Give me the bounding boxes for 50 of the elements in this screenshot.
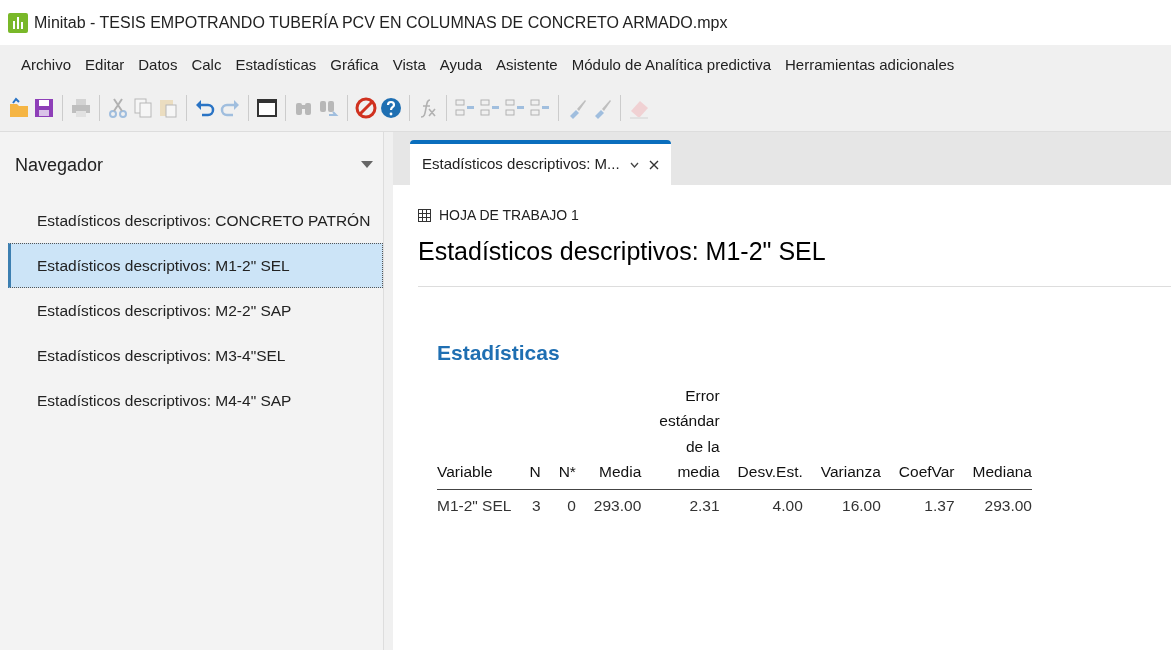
column-header: Mediana	[972, 463, 1032, 481]
table-cell: 293.00	[593, 496, 642, 514]
column-header: N	[529, 463, 541, 481]
table-cell: 293.00	[984, 496, 1032, 514]
table-cell: 16.00	[842, 496, 881, 514]
column-header: Varianza	[820, 463, 881, 481]
chevron-icon[interactable]	[629, 161, 639, 168]
output-title: Estadísticos descriptivos: M1-2" SEL	[417, 236, 827, 267]
document-tab[interactable]: Estadísticos descriptivos: M...	[410, 140, 671, 185]
navigator-item[interactable]: Estadísticos descriptivos: M4-4" SAP	[8, 378, 383, 423]
table-cell: M1-2" SEL	[437, 496, 512, 514]
close-icon[interactable]	[648, 159, 659, 170]
panel-title: Navegador	[15, 153, 104, 177]
table-cell: 4.00	[772, 496, 803, 514]
table-cell: 1.37	[924, 496, 955, 514]
dropdown-icon[interactable]	[361, 161, 373, 169]
window-icon[interactable]	[256, 97, 278, 119]
folder-icon[interactable]	[8, 97, 30, 119]
menu-item[interactable]: Vista	[385, 53, 433, 77]
menu-item[interactable]: Gráfica	[323, 53, 386, 77]
grid-icon	[418, 209, 431, 222]
table-cell: 3	[532, 496, 541, 514]
table-cell: 0	[567, 496, 576, 514]
save-icon[interactable]	[33, 97, 55, 119]
menu-item[interactable]: Calc	[184, 53, 229, 77]
navigator-item[interactable]: Estadísticos descriptivos: M3-4"SEL	[8, 333, 383, 378]
menu-item[interactable]: Módulo de Analítica predictiva	[564, 53, 778, 77]
column-header: N*	[558, 463, 576, 481]
app-logo-icon	[8, 12, 28, 33]
navigator-item[interactable]: Estadísticos descriptivos: CONCRETO PATRÓN	[8, 198, 383, 243]
worksheet-label: HOJA DE TRABAJO 1	[439, 206, 579, 225]
navigator-item[interactable]: Estadísticos descriptivos: M1-2" SEL	[8, 243, 383, 288]
column-header: Variable	[437, 463, 493, 481]
menu-item[interactable]: Estadísticas	[228, 53, 324, 77]
menu-item[interactable]: Asistente	[489, 53, 565, 77]
column-header: Error estándar de la media	[659, 386, 720, 481]
help-icon[interactable]	[380, 97, 402, 119]
menu-item[interactable]: Archivo	[14, 53, 79, 77]
column-header: CoefVar	[898, 463, 955, 481]
menu-item[interactable]: Herramientas adicionales	[778, 53, 962, 77]
menu-item[interactable]: Datos	[131, 53, 185, 77]
navigator-item[interactable]: Estadísticos descriptivos: M2-2" SAP	[8, 288, 383, 333]
table-cell: 2.31	[689, 496, 720, 514]
section-heading: Estadísticas	[437, 340, 561, 366]
column-header: Media	[599, 463, 642, 481]
menu-item[interactable]: Editar	[78, 53, 132, 77]
prohibited-icon[interactable]	[355, 97, 377, 119]
menu-item[interactable]: Ayuda	[432, 53, 489, 77]
window-title: Minitab - TESIS EMPOTRANDO TUBERÍA PCV EN COLUMNAS DE CONCRETO ARMADO.mpx	[34, 12, 728, 33]
column-header: Desv.Est.	[737, 463, 803, 481]
